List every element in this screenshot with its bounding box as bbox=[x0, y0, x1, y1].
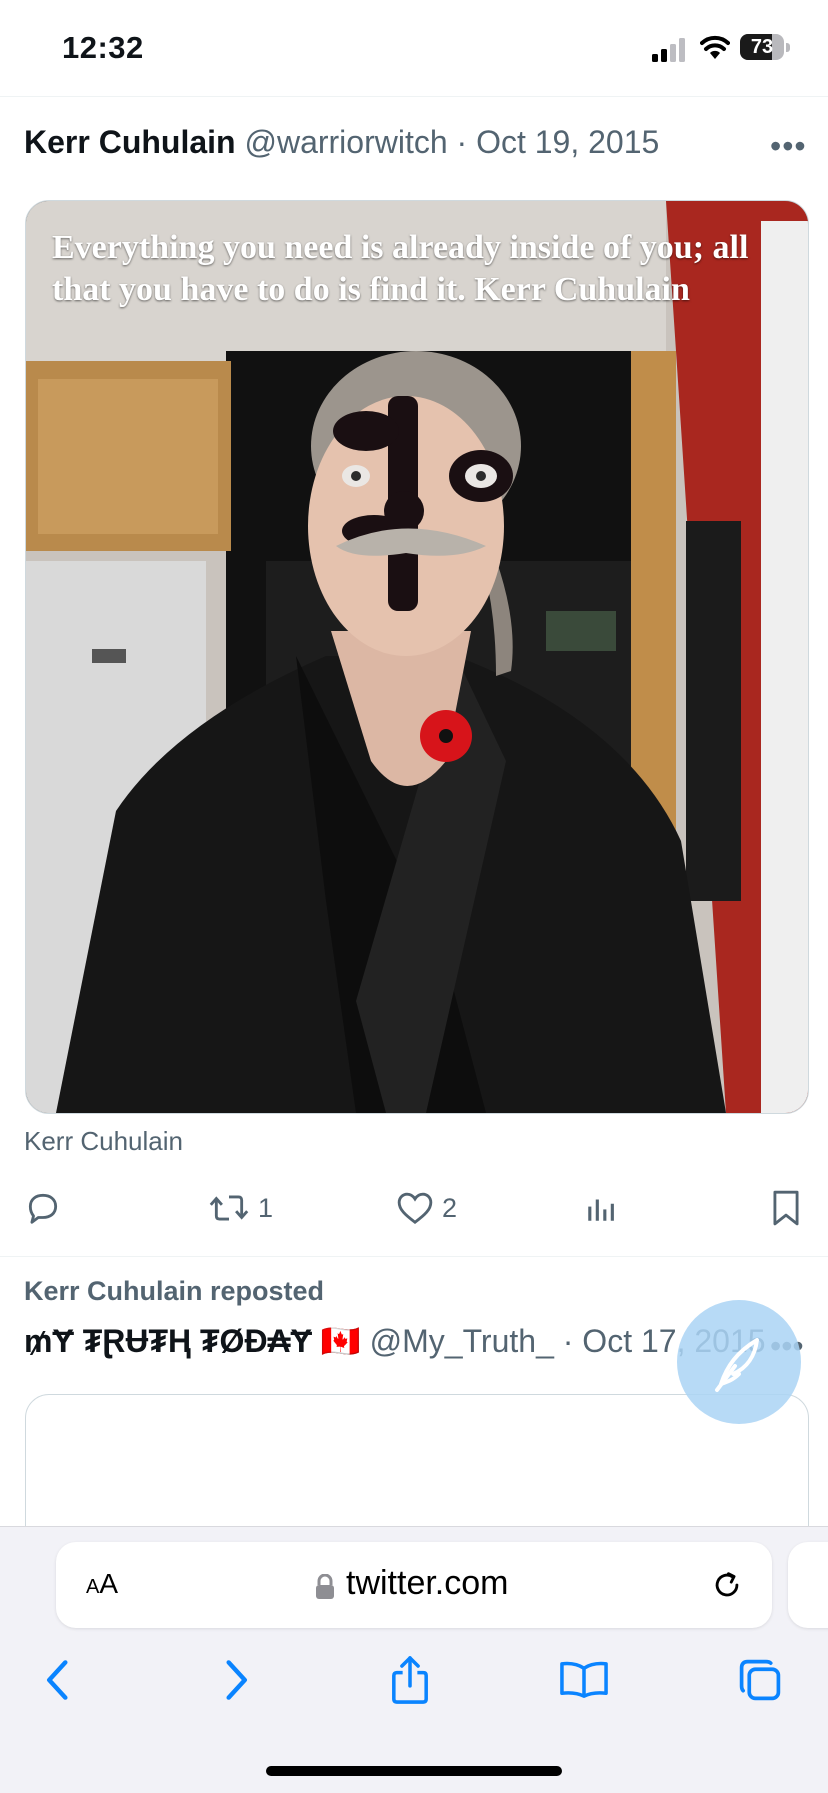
bookmarks-button[interactable] bbox=[554, 1650, 614, 1710]
tabs-button[interactable] bbox=[730, 1650, 790, 1710]
feather-icon bbox=[715, 1338, 759, 1392]
text-size-button[interactable]: AA bbox=[86, 1568, 118, 1600]
lock-icon bbox=[316, 1574, 334, 1599]
next-tab-address-bar[interactable] bbox=[788, 1542, 828, 1628]
url-text[interactable]: twitter.com bbox=[346, 1564, 508, 1603]
home-indicator bbox=[266, 1766, 562, 1776]
date-separator: · bbox=[456, 124, 468, 160]
author-name[interactable]: Kerr Cuhulain bbox=[24, 124, 236, 160]
chevron-right-icon bbox=[226, 1660, 247, 1700]
share-icon bbox=[392, 1656, 428, 1704]
analytics-icon bbox=[588, 1199, 614, 1221]
author-handle[interactable]: @warriorwitch bbox=[244, 124, 447, 160]
back-button[interactable] bbox=[28, 1650, 88, 1710]
repost-count: 1 bbox=[258, 1192, 274, 1223]
repost-icon bbox=[209, 1195, 249, 1221]
share-button[interactable] bbox=[380, 1650, 440, 1710]
like-button[interactable]: 2 bbox=[396, 1186, 457, 1230]
author-handle[interactable]: @My_Truth_ bbox=[370, 1323, 554, 1359]
cellular-signal-icon bbox=[652, 38, 685, 62]
views-button[interactable] bbox=[584, 1186, 618, 1230]
heart-icon bbox=[397, 1192, 433, 1225]
battery-icon: 73 bbox=[740, 34, 792, 62]
wifi-icon bbox=[700, 35, 730, 59]
reply-icon bbox=[28, 1193, 58, 1224]
repost-label[interactable]: Kerr Cuhulain reposted bbox=[24, 1276, 324, 1307]
chevron-left-icon bbox=[47, 1660, 68, 1700]
bookmark-button[interactable] bbox=[770, 1186, 802, 1230]
divider bbox=[0, 1256, 828, 1257]
media-caption: Everything you need is already inside of… bbox=[52, 229, 749, 308]
tweet-media-image[interactable]: Everything you need is already inside of… bbox=[25, 200, 809, 1114]
tweet-header: Kerr Cuhulain @warriorwitch · Oct 19, 20… bbox=[24, 124, 814, 168]
open-book-icon bbox=[560, 1661, 608, 1698]
tweet-header: ₥Ɏ ₮ⱤɄ₮Ⱨ ₮ØĐ₳Ɏ 🇨🇦 @My_Truth_ · Oct 17, 2… bbox=[24, 1322, 784, 1366]
photo-illustration bbox=[26, 201, 808, 1113]
tabs-icon bbox=[739, 1659, 781, 1701]
compose-button[interactable] bbox=[677, 1300, 801, 1424]
battery-percentage: 73 bbox=[750, 36, 774, 58]
date-separator: · bbox=[562, 1323, 574, 1359]
reload-icon[interactable] bbox=[710, 1568, 744, 1602]
media-credit: Kerr Cuhulain bbox=[24, 1126, 183, 1156]
divider bbox=[0, 96, 828, 97]
flag-emoji: 🇨🇦 bbox=[320, 1323, 361, 1359]
forward-button[interactable] bbox=[206, 1650, 266, 1710]
status-bar: 12:32 73 bbox=[0, 0, 828, 96]
repost-button[interactable]: 1 bbox=[208, 1186, 273, 1230]
author-name[interactable]: ₥Ɏ ₮ⱤɄ₮Ⱨ ₮ØĐ₳Ɏ bbox=[24, 1323, 312, 1359]
bookmark-icon bbox=[773, 1190, 799, 1226]
status-time: 12:32 bbox=[62, 30, 144, 65]
reply-button[interactable] bbox=[24, 1186, 70, 1230]
like-count: 2 bbox=[442, 1192, 458, 1223]
tweet-date[interactable]: Oct 19, 2015 bbox=[476, 124, 659, 160]
more-options-icon[interactable]: ••• bbox=[770, 128, 807, 165]
